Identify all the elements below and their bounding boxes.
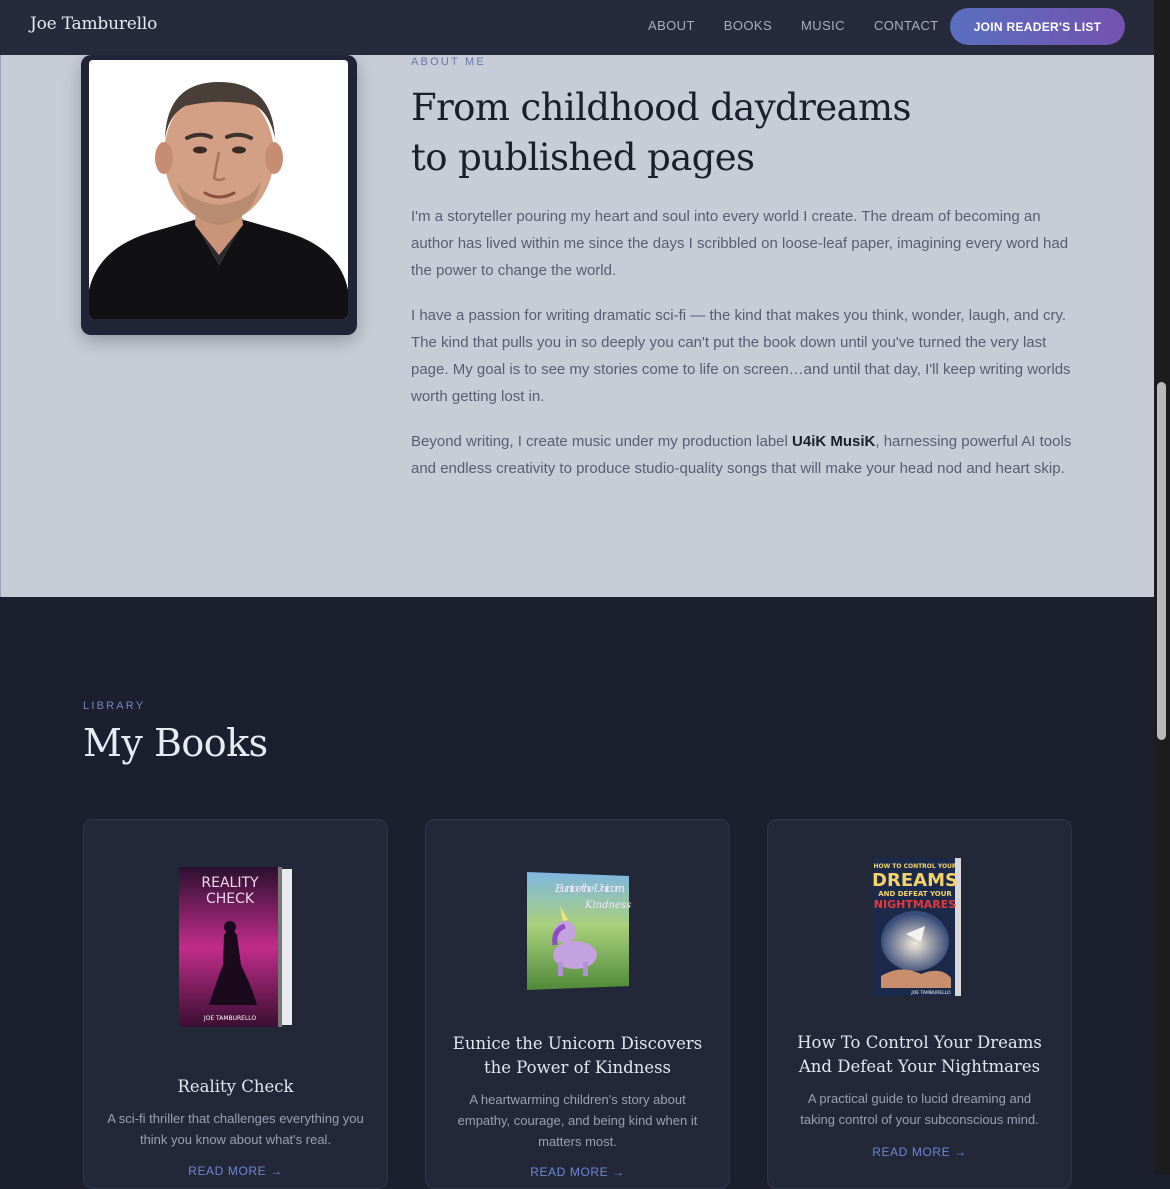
cover-title-line-1: HOW TO CONTROL YOUR	[873, 863, 956, 870]
book-description-reality-check: A sci-fi thriller that challenges everyt…	[107, 1111, 364, 1147]
top-navigation: Joe Tamburello ABOUT BOOKS MUSIC CONTACT…	[0, 0, 1154, 55]
cover-title-line-2: CHECK	[206, 891, 255, 907]
book-card-control-dreams[interactable]: HOW TO CONTROL YOUR DREAMS AND DEFEAT YO…	[767, 819, 1072, 1189]
about-heading-line-2: to published pages	[411, 136, 755, 179]
book-card-eunice[interactable]: Eunice the Unicorn Kindness Eunice the U…	[425, 819, 730, 1189]
library-section: LIBRARY My Books REALITY CHECK JOE TAMBU…	[0, 597, 1154, 1189]
cover-title-line-4: NIGHTMARES	[874, 898, 956, 911]
site-logo[interactable]: Joe Tamburello	[30, 14, 157, 34]
cover-author: JOE TAMBURELLO	[203, 1015, 257, 1022]
about-paragraph-3-start: Beyond writing, I create music under my …	[411, 433, 793, 450]
cover-author: JOE TAMBURELLO	[910, 990, 951, 996]
about-heading-line-1: From childhood daydreams	[411, 86, 911, 129]
book-card-reality-check[interactable]: REALITY CHECK JOE TAMBURELLO Reality Che…	[83, 819, 388, 1189]
cover-title-line-2: DREAMS	[872, 870, 958, 891]
music-label-link[interactable]: U4iK MusiK	[792, 433, 875, 450]
page: Joe Tamburello ABOUT BOOKS MUSIC CONTACT…	[0, 0, 1170, 1189]
book-cover-reality-check[interactable]: REALITY CHECK JOE TAMBURELLO	[179, 865, 294, 1030]
book-description-eunice: A heartwarming children's story about em…	[457, 1092, 698, 1149]
cover-title-line-1: Eunice the Unicorn	[554, 882, 625, 895]
nav-link-contact[interactable]: CONTACT	[874, 18, 939, 33]
read-more-eunice[interactable]: READ MORE →	[426, 1165, 729, 1179]
nav-link-books[interactable]: BOOKS	[724, 18, 772, 33]
book-title-control-dreams[interactable]: How To Control Your Dreams And Defeat Yo…	[788, 1031, 1051, 1079]
vertical-scrollbar[interactable]	[1154, 0, 1170, 1175]
book-cover-eunice[interactable]: Eunice the Unicorn Kindness	[525, 870, 633, 992]
about-heading: From childhood daydreams to published pa…	[411, 83, 931, 183]
about-paragraph-1: I'm a storyteller pouring my heart and s…	[411, 208, 1069, 279]
cover-title-line-3: AND DEFEAT YOUR	[878, 890, 952, 898]
nav-links: ABOUT BOOKS MUSIC CONTACT	[648, 18, 968, 33]
read-more-reality-check[interactable]: READ MORE →	[84, 1164, 387, 1178]
about-section: ABOUT ME From childhood daydreams to pub…	[0, 55, 1154, 597]
about-paragraph-2: I have a passion for writing dramatic sc…	[411, 307, 1071, 405]
author-photo-frame	[81, 55, 357, 335]
nav-link-music[interactable]: MUSIC	[801, 18, 845, 33]
author-portrait-image	[89, 60, 348, 319]
book-title-eunice[interactable]: Eunice the Unicorn Discovers the Power o…	[446, 1032, 709, 1080]
join-readers-list-button[interactable]: JOIN READER'S LIST	[950, 8, 1125, 45]
scrollbar-thumb[interactable]	[1157, 382, 1166, 740]
library-heading: My Books	[83, 721, 268, 765]
read-more-control-dreams[interactable]: READ MORE →	[768, 1145, 1071, 1159]
book-description-control-dreams: A practical guide to lucid dreaming and …	[800, 1091, 1039, 1127]
library-eyebrow: LIBRARY	[83, 700, 146, 712]
cover-title-line-2: Kindness	[584, 900, 631, 911]
cover-title-line-1: REALITY	[201, 875, 259, 891]
about-paragraph-3: Beyond writing, I create music under my …	[411, 428, 1076, 482]
book-title-reality-check[interactable]: Reality Check	[104, 1075, 367, 1099]
about-eyebrow: ABOUT ME	[411, 56, 486, 68]
book-cover-control-dreams[interactable]: HOW TO CONTROL YOUR DREAMS AND DEFEAT YO…	[871, 856, 963, 999]
author-photo	[89, 60, 348, 319]
nav-link-about[interactable]: ABOUT	[648, 18, 695, 33]
